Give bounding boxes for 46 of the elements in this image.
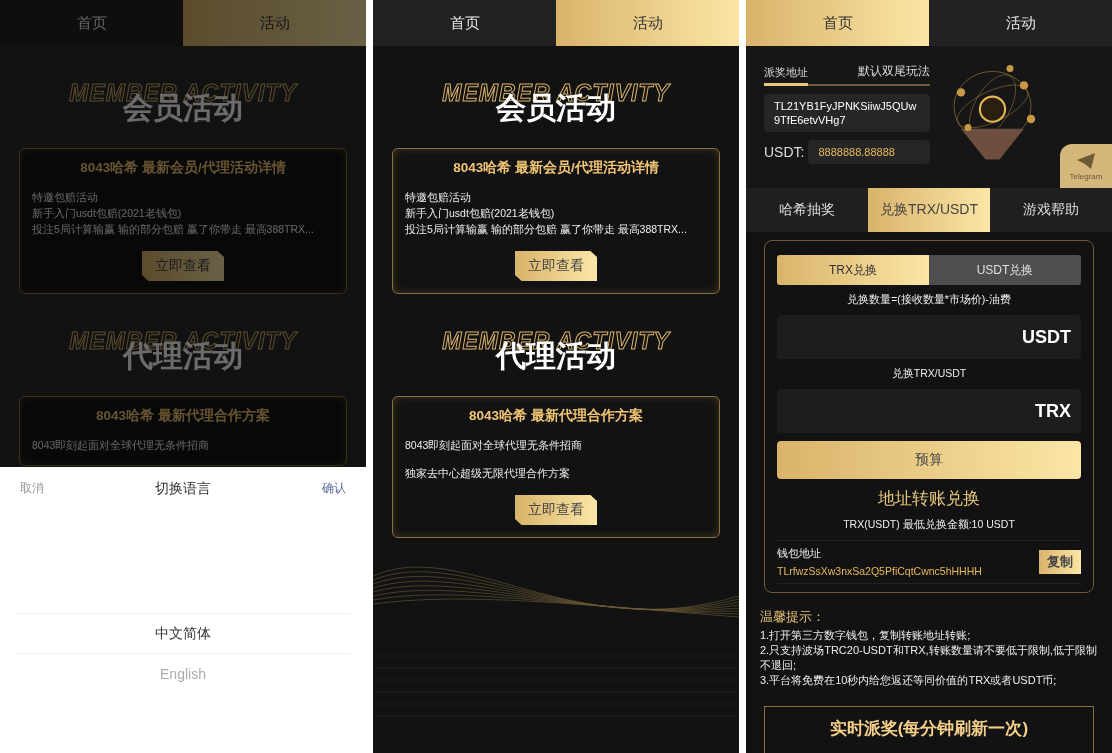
card-title: 8043哈希 最新代理合作方案 bbox=[468, 407, 644, 425]
transfer-heading: 地址转账兑换 bbox=[877, 488, 981, 510]
mode-tab[interactable]: TRX兑换 bbox=[777, 255, 929, 285]
balance-label: USDT: bbox=[764, 144, 805, 160]
amount-field[interactable]: TRX bbox=[777, 389, 1081, 433]
tip-text: 2.只支持波场TRC20-USDT和TRX,转账数量请不要低于限制,低于限制不退回; bbox=[760, 643, 1098, 673]
view-button[interactable]: 立即查看 bbox=[515, 251, 597, 281]
balance-value: 8888888.88888 bbox=[808, 140, 930, 164]
card-text: 8043即刻起面对全球代理无条件招商 bbox=[32, 438, 211, 453]
wallet-label: 钱包地址 bbox=[777, 547, 822, 561]
amount-field[interactable]: USDT bbox=[777, 315, 1081, 359]
tips-title: 温馨提示： bbox=[760, 609, 826, 626]
live-title: 实时派奖(每分钟刷新一次) bbox=[829, 718, 1029, 740]
card-text: 特邀包赔活动 bbox=[405, 190, 472, 205]
card-title: 8043哈希 最新会员/代理活动详情 bbox=[452, 159, 660, 177]
address-text: TL21YB1FyJPNKSiiwJ5QUw9TfE6etvVHg7 bbox=[764, 94, 930, 132]
nav-tab[interactable]: 首页 bbox=[373, 0, 556, 46]
card-text: 新手入门usdt包赔(2021老钱包) bbox=[32, 206, 183, 221]
tip-text: 1.打开第三方数字钱包，复制转账地址转账; bbox=[760, 628, 972, 643]
confirm-button[interactable]: 确认 bbox=[316, 479, 352, 498]
copy-button[interactable]: 复制 bbox=[1039, 550, 1081, 574]
formula-text: 兑换数量=(接收数量*市场价)-油费 bbox=[846, 293, 1012, 307]
tip-text: 3.平台将免费在10秒内给您返还等同价值的TRX或者USDT币; bbox=[760, 673, 1058, 688]
estimate-button[interactable]: 预算 bbox=[777, 441, 1081, 479]
nav-tab[interactable]: 首页 bbox=[746, 0, 929, 46]
telegram-button[interactable]: Telegram bbox=[1060, 144, 1112, 188]
view-button[interactable]: 立即查看 bbox=[515, 495, 597, 525]
nav-tab[interactable]: 活动 bbox=[929, 0, 1112, 46]
card-text: 8043即刻起面对全球代理无条件招商 bbox=[405, 438, 584, 453]
mode-tab[interactable]: USDT兑换 bbox=[929, 255, 1081, 285]
menu-tab[interactable]: 兑换TRX/USDT bbox=[868, 188, 990, 232]
card-text: 特邀包赔活动 bbox=[32, 190, 99, 205]
address-tab[interactable]: 默认双尾玩法 bbox=[858, 63, 930, 86]
field-label: 兑换TRX/USDT bbox=[890, 367, 968, 381]
card-text: 新手入门usdt包赔(2021老钱包) bbox=[405, 206, 556, 221]
card-text: 独家去中心超级无限代理合作方案 bbox=[405, 466, 571, 481]
minimum-text: TRX(USDT) 最低兑换金额:10 USDT bbox=[842, 518, 1016, 532]
card-title: 8043哈希 最新会员/代理活动详情 bbox=[79, 159, 287, 177]
address-tab[interactable]: 派奖地址 bbox=[764, 65, 808, 86]
nav-tab[interactable]: 活动 bbox=[556, 0, 739, 46]
card-text: 投注5局计算输赢 输的部分包赔 赢了你带走 最高388TRX... bbox=[405, 222, 688, 237]
sheet-title: 切换语言 bbox=[155, 479, 211, 498]
paper-plane-icon bbox=[1076, 151, 1096, 170]
wallet-address: TLrfwzSsXw3nxSa2Q5PfiCqtCwnc5hHHHH bbox=[777, 565, 983, 577]
card-text: 投注5局计算输赢 输的部分包赔 赢了你带走 最高388TRX... bbox=[32, 222, 315, 237]
card-title: 8043哈希 最新代理合作方案 bbox=[95, 407, 271, 425]
